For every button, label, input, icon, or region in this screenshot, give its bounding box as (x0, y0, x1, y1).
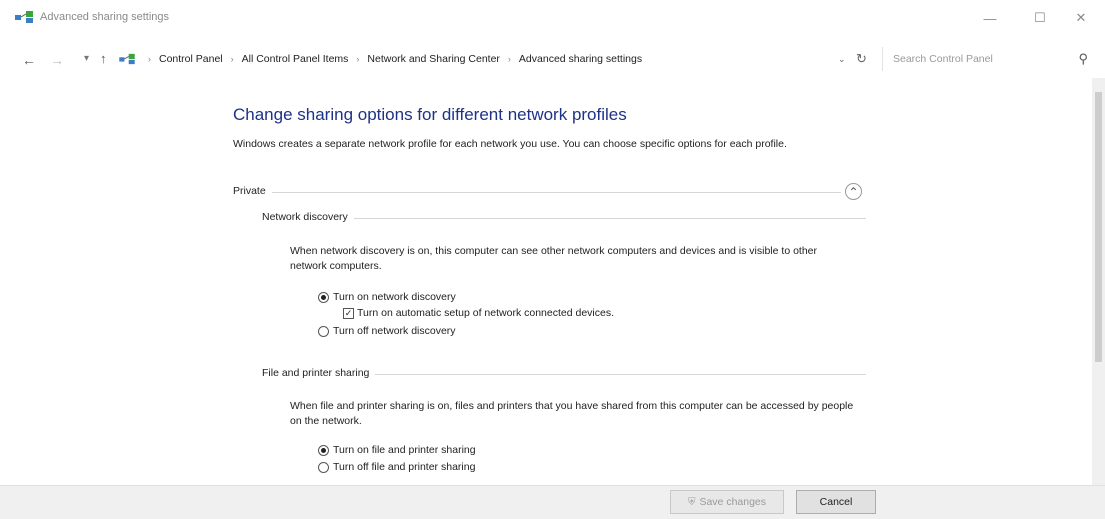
network-discovery-heading: Network discovery (262, 211, 354, 223)
search-placeholder: Search Control Panel (893, 53, 993, 65)
profile-divider (233, 192, 841, 193)
footer-bar (0, 485, 1105, 519)
network-icon (119, 53, 135, 65)
network-discovery-description: When network discovery is on, this compu… (290, 245, 818, 272)
profile-private-label[interactable]: Private (233, 185, 272, 197)
file-sharing-off-option[interactable]: Turn off file and printer sharing (318, 461, 475, 473)
file-sharing-heading: File and printer sharing (262, 367, 376, 379)
refresh-icon[interactable]: ↻ (856, 51, 867, 67)
page-description: Windows creates a separate network profi… (233, 138, 787, 150)
navigation-bar: ← → ▾ ↑ › Control Panel › All Control Pa… (0, 44, 1105, 76)
cancel-label: Cancel (819, 496, 853, 508)
save-changes-button[interactable]: ⛨ Save changes (670, 490, 784, 514)
file-sharing-description: When file and printer sharing is on, fil… (290, 400, 854, 427)
page-title: Change sharing options for different net… (233, 105, 627, 124)
file-sharing-off-label: Turn off file and printer sharing (333, 461, 476, 473)
radio-unselected[interactable] (318, 461, 329, 473)
network-discovery-off-option[interactable]: Turn off network discovery (318, 325, 456, 337)
breadcrumb-control-panel[interactable]: Control Panel (159, 53, 223, 65)
breadcrumb-advanced-sharing[interactable]: Advanced sharing settings (519, 53, 642, 65)
auto-setup-label: Turn on automatic setup of network conne… (357, 307, 615, 319)
address-dropdown-icon[interactable]: ⌄ (838, 54, 846, 65)
address-bar[interactable]: › Control Panel › All Control Panel Item… (118, 47, 868, 71)
breadcrumb-separator: › (356, 54, 360, 64)
breadcrumb-network-sharing-center[interactable]: Network and Sharing Center (367, 53, 500, 65)
maximize-button[interactable]: ☐ (1026, 8, 1054, 28)
cancel-button[interactable]: Cancel (796, 490, 876, 514)
shield-icon: ⛨ (687, 496, 696, 508)
file-sharing-on-label: Turn on file and printer sharing (333, 444, 476, 456)
breadcrumb-all-items[interactable]: All Control Panel Items (242, 53, 349, 65)
search-icon[interactable]: ⚲ (1078, 51, 1088, 67)
scrollbar-thumb[interactable] (1095, 92, 1102, 362)
checkbox-checked[interactable]: ✓ (343, 307, 354, 319)
network-discovery-on-option[interactable]: Turn on network discovery (318, 291, 456, 303)
save-changes-label: Save changes (699, 496, 767, 508)
radio-selected[interactable] (318, 444, 329, 456)
breadcrumb-separator: › (148, 54, 151, 64)
radio-selected[interactable] (318, 291, 329, 303)
network-discovery-on-label: Turn on network discovery (333, 291, 456, 303)
forward-arrow-icon[interactable]: → (50, 52, 64, 68)
radio-unselected[interactable] (318, 325, 329, 337)
up-arrow-icon[interactable]: ↑ (100, 51, 107, 66)
close-button[interactable]: ✕ (1067, 8, 1095, 28)
collapse-chevron-icon[interactable]: ⌃ (845, 183, 862, 200)
window-title: Advanced sharing settings (40, 11, 170, 23)
breadcrumb-separator: › (230, 54, 234, 64)
search-box[interactable]: Search Control Panel ⚲ (882, 47, 1098, 71)
file-sharing-on-option[interactable]: Turn on file and printer sharing (318, 444, 476, 456)
auto-setup-option[interactable]: ✓ Turn on automatic setup of network con… (343, 307, 614, 319)
recent-locations-icon[interactable]: ▾ (84, 53, 89, 64)
breadcrumb-separator: › (507, 54, 511, 64)
network-discovery-off-label: Turn off network discovery (333, 325, 456, 337)
back-arrow-icon[interactable]: ← (22, 52, 36, 68)
network-icon (15, 11, 33, 23)
title-bar: Advanced sharing settings — ☐ ✕ (0, 0, 1105, 38)
minimize-button[interactable]: — (976, 8, 1004, 28)
